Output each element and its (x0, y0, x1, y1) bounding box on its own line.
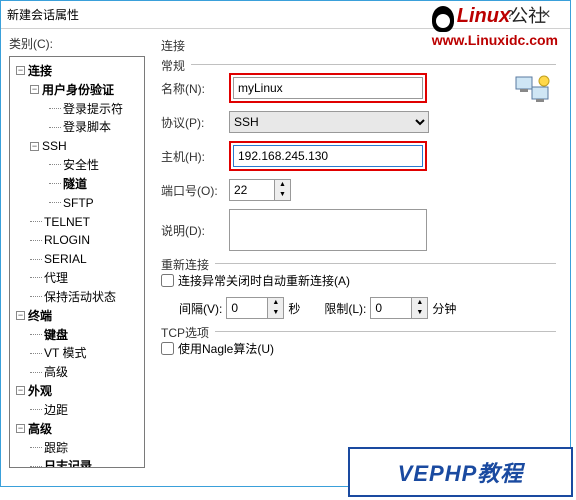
tree-node-margin[interactable]: 边距 (12, 400, 142, 419)
port-label: 端口号(O): (161, 182, 229, 199)
nagle-checkbox[interactable] (161, 342, 174, 355)
name-label: 名称(N): (161, 80, 229, 97)
collapse-icon[interactable]: − (16, 386, 25, 395)
collapse-icon[interactable]: − (16, 424, 25, 433)
host-label: 主机(H): (161, 148, 229, 165)
interval-label: 间隔(V): (179, 300, 222, 317)
general-label: 常规 (161, 57, 191, 74)
tree-node-user-auth[interactable]: −用户身份验证 (12, 80, 142, 99)
spinner-up-icon[interactable]: ▲ (268, 298, 283, 308)
window-title: 新建会话属性 (7, 6, 492, 23)
description-input[interactable] (229, 209, 427, 251)
general-group: 常规 名称(N): 协议( (161, 64, 556, 251)
protocol-select[interactable]: SSH (229, 111, 429, 133)
tcp-group: TCP选项 使用Nagle算法(U) (161, 331, 556, 357)
collapse-icon[interactable]: − (30, 85, 39, 94)
name-highlight (229, 73, 427, 103)
tree-node-keepalive[interactable]: 保持活动状态 (12, 287, 142, 306)
spinner-down-icon[interactable]: ▼ (412, 308, 427, 318)
spinner-down-icon[interactable]: ▼ (268, 308, 283, 318)
interval-spinner[interactable]: ▲▼ (226, 297, 284, 319)
watermark-brand1: Linux (457, 5, 510, 27)
limit-spinner[interactable]: ▲▼ (370, 297, 428, 319)
tree-node-logging[interactable]: 日志记录 (12, 456, 142, 468)
spinner-up-icon[interactable]: ▲ (275, 180, 290, 190)
interval-input[interactable] (226, 297, 268, 319)
watermark-url: www.Linuxidc.com (432, 32, 558, 48)
penguin-icon (432, 6, 454, 32)
watermark: Linux公社 www.Linuxidc.com (432, 2, 558, 48)
tcp-label: TCP选项 (161, 324, 215, 341)
tree-node-trace[interactable]: 跟踪 (12, 438, 142, 457)
nagle-label: 使用Nagle算法(U) (178, 340, 274, 357)
connection-icon (514, 73, 554, 109)
tree-node-telnet[interactable]: TELNET (12, 212, 142, 231)
port-input[interactable] (229, 179, 275, 201)
reconnect-label: 重新连接 (161, 256, 215, 273)
collapse-icon[interactable]: − (30, 142, 39, 151)
category-tree: −连接 −用户身份验证 登录提示符 登录脚本 −SSH 安全性 隧道 SFTP … (9, 56, 145, 468)
host-highlight (229, 141, 427, 171)
limit-input[interactable] (370, 297, 412, 319)
protocol-label: 协议(P): (161, 114, 229, 131)
tree-node-rlogin[interactable]: RLOGIN (12, 230, 142, 249)
tree-node-advanced[interactable]: 高级 (12, 362, 142, 381)
tree-node-sftp[interactable]: SFTP (12, 193, 142, 212)
description-label: 说明(D): (161, 222, 229, 239)
port-spinner[interactable]: ▲▼ (229, 179, 291, 201)
tree-node-serial[interactable]: SERIAL (12, 249, 142, 268)
limit-label: 限制(L): (324, 300, 366, 317)
content-area: 类别(C): −连接 −用户身份验证 登录提示符 登录脚本 −SSH 安全性 隧… (1, 29, 570, 486)
banner-text: VEPHP教程 (398, 456, 524, 488)
host-input[interactable] (233, 145, 423, 167)
tree-node-proxy[interactable]: 代理 (12, 268, 142, 287)
spinner-up-icon[interactable]: ▲ (412, 298, 427, 308)
session-properties-dialog: 新建会话属性 ? × 类别(C): −连接 −用户身份验证 登录提示符 登录脚本… (0, 0, 571, 487)
sec-label: 秒 (288, 300, 300, 317)
name-input[interactable] (233, 77, 423, 99)
tree-node-security[interactable]: 安全性 (12, 155, 142, 174)
collapse-icon[interactable]: − (16, 311, 25, 320)
spinner-down-icon[interactable]: ▼ (275, 190, 290, 200)
tree-node-login-prompt[interactable]: 登录提示符 (12, 99, 142, 118)
collapse-icon[interactable]: − (16, 66, 25, 75)
tree-node-advanced2[interactable]: −高级 (12, 419, 142, 438)
tree-node-keyboard[interactable]: 键盘 (12, 325, 142, 344)
auto-reconnect-label: 连接异常关闭时自动重新连接(A) (178, 272, 350, 289)
tree-node-connection[interactable]: −连接 (12, 61, 142, 80)
tree-node-terminal[interactable]: −终端 (12, 306, 142, 325)
auto-reconnect-checkbox[interactable] (161, 274, 174, 287)
footer-banner: VEPHP教程 (348, 447, 573, 497)
tree-node-appearance[interactable]: −外观 (12, 381, 142, 400)
tree-node-tunnel[interactable]: 隧道 (12, 174, 142, 193)
watermark-brand2: 公社 (510, 6, 546, 26)
min-label: 分钟 (432, 300, 456, 317)
main-panel: 连接 常规 名称(N): (153, 29, 570, 486)
category-sidebar: 类别(C): −连接 −用户身份验证 登录提示符 登录脚本 −SSH 安全性 隧… (1, 29, 153, 486)
tree-node-vtmode[interactable]: VT 模式 (12, 343, 142, 362)
category-label: 类别(C): (9, 35, 145, 52)
tree-node-login-script[interactable]: 登录脚本 (12, 117, 142, 136)
reconnect-group: 重新连接 连接异常关闭时自动重新连接(A) 间隔(V): ▲▼ 秒 限制(L): (161, 263, 556, 319)
tree-node-ssh[interactable]: −SSH (12, 136, 142, 155)
